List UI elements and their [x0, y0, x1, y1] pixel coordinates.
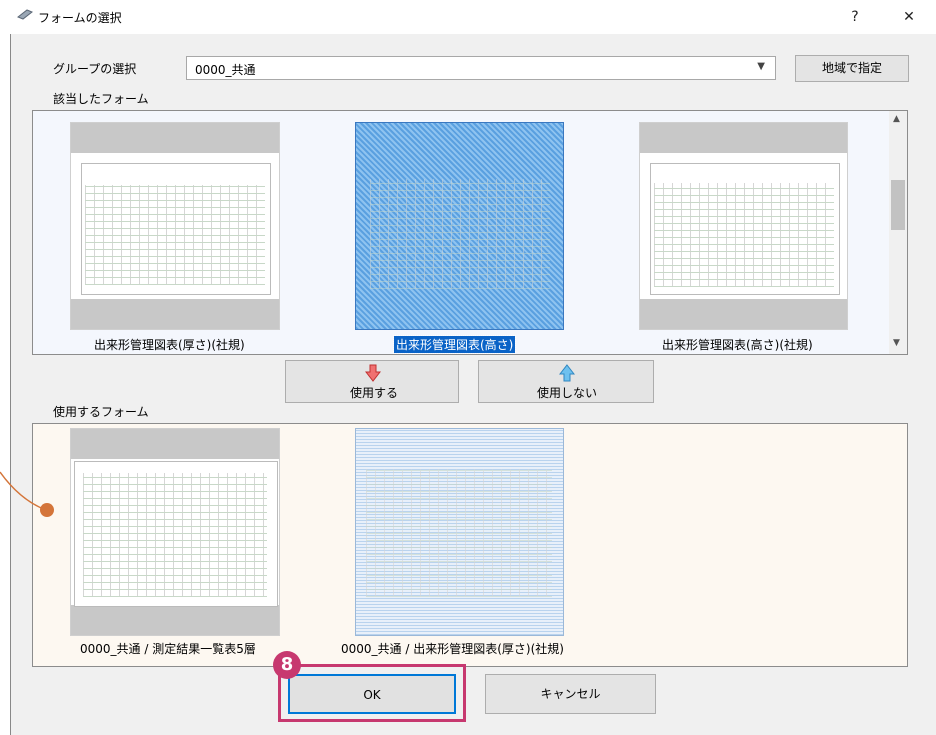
form-thumbnail[interactable]	[70, 122, 280, 330]
scroll-down-icon[interactable]: ▼	[893, 338, 900, 348]
scroll-thumb[interactable]	[891, 180, 905, 230]
callout-dot	[40, 503, 54, 517]
vertical-scrollbar[interactable]	[889, 111, 907, 354]
help-button[interactable]: ?	[840, 6, 870, 28]
title-bar	[10, 0, 936, 34]
scroll-up-icon[interactable]: ▲	[893, 114, 900, 124]
window-title: フォームの選択	[38, 11, 122, 25]
use-button-label: 使用する	[350, 386, 399, 400]
use-button[interactable]: 使用する	[285, 360, 459, 403]
form-thumbnail[interactable]	[70, 428, 280, 636]
form-caption[interactable]: 出来形管理図表(厚さ)(社規)	[94, 336, 245, 353]
form-thumbnail[interactable]	[355, 428, 564, 636]
app-icon	[17, 8, 33, 20]
form-thumbnail[interactable]	[639, 122, 848, 330]
unuse-button-label: 使用しない	[537, 386, 598, 400]
region-button[interactable]: 地域で指定	[795, 55, 909, 82]
form-caption[interactable]: 0000_共通 / 測定結果一覧表5層	[80, 640, 256, 657]
group-select[interactable]: 0000_共通 ▼	[186, 56, 776, 80]
form-caption[interactable]: 0000_共通 / 出来形管理図表(厚さ)(社規)	[341, 640, 564, 657]
close-button[interactable]: ✕	[894, 6, 924, 28]
arrow-up-icon	[558, 364, 576, 385]
form-caption[interactable]: 出来形管理図表(高さ)(社規)	[662, 336, 813, 353]
group-select-value: 0000_共通	[195, 63, 256, 77]
available-forms-label: 該当したフォーム	[53, 92, 149, 106]
arrow-down-icon	[364, 364, 382, 385]
form-thumbnail-selected[interactable]	[355, 122, 564, 330]
cancel-button[interactable]: キャンセル	[485, 674, 656, 714]
used-forms-label: 使用するフォーム	[53, 405, 149, 419]
form-caption-selected[interactable]: 出来形管理図表(高さ)	[392, 335, 517, 354]
unuse-button[interactable]: 使用しない	[478, 360, 654, 403]
ok-highlight-frame	[278, 664, 466, 722]
step-badge: 8	[273, 651, 301, 679]
chevron-down-icon: ▼	[757, 61, 765, 72]
group-label: グループの選択	[53, 62, 137, 76]
